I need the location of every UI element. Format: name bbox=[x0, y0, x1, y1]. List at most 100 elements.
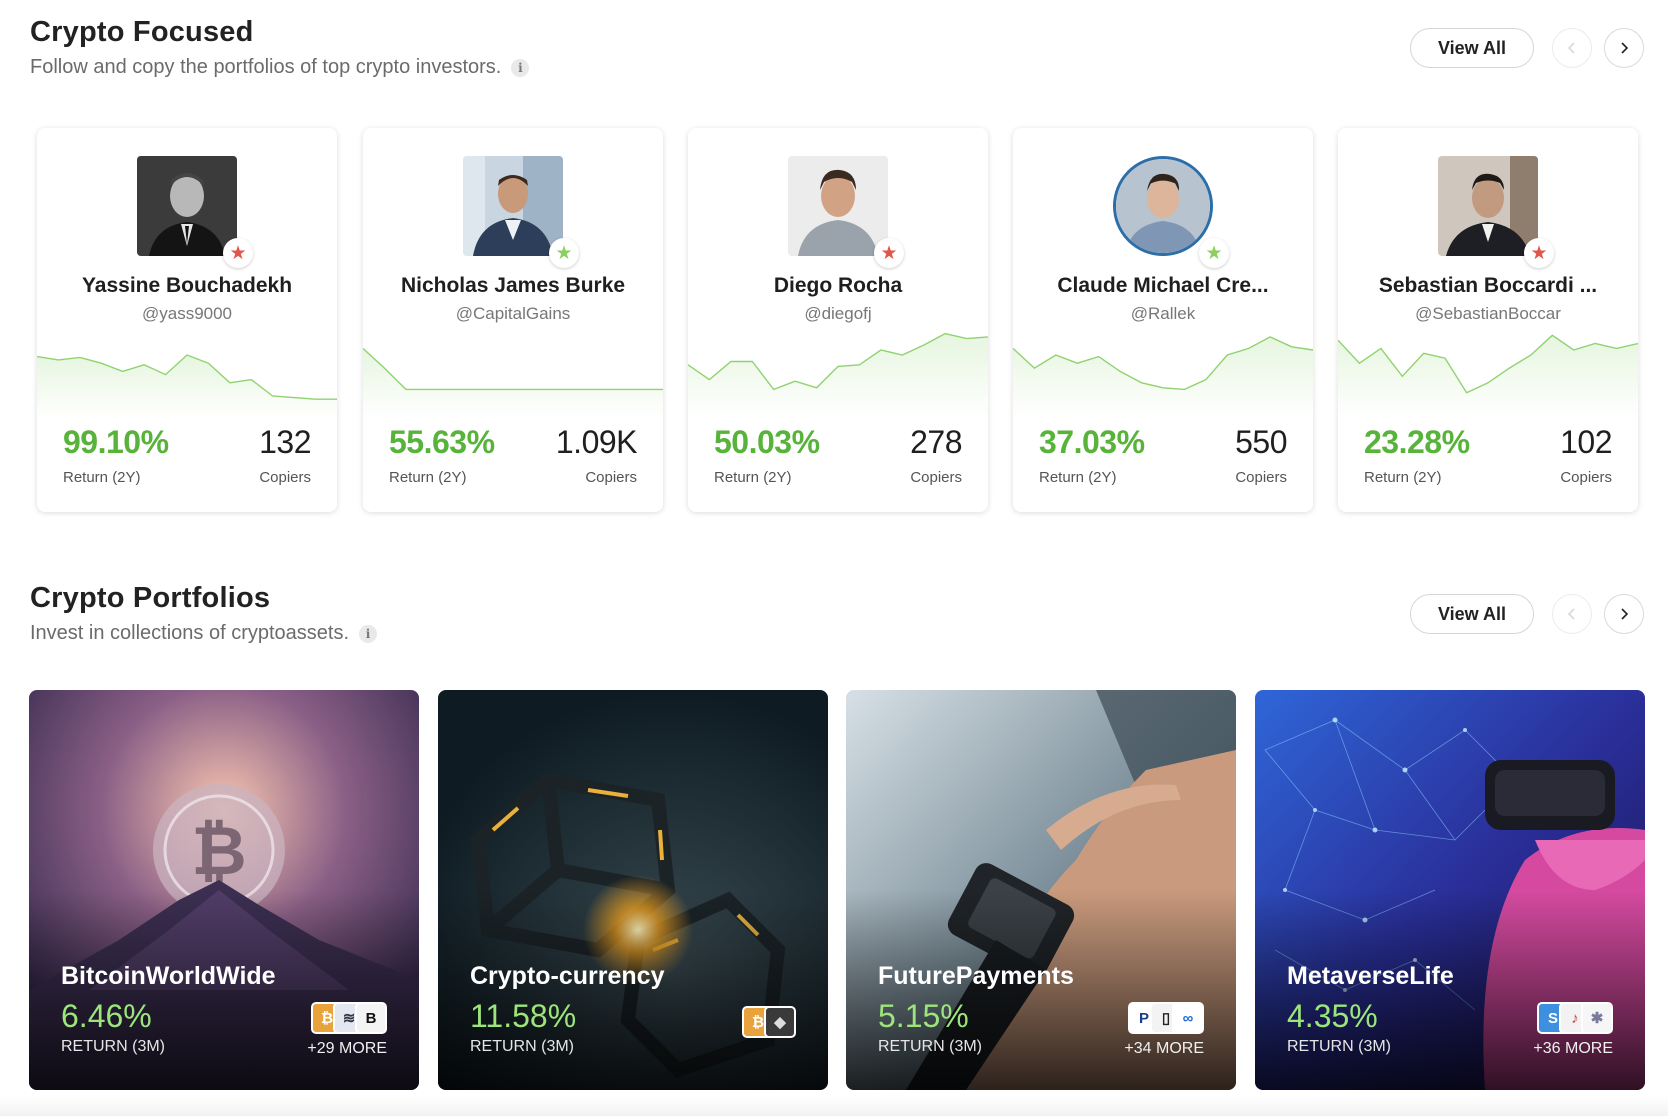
avatar bbox=[1113, 156, 1213, 256]
section-title: Crypto Portfolios bbox=[30, 582, 271, 614]
asset-icon: ♪ bbox=[1559, 1002, 1591, 1034]
card-overlay bbox=[846, 890, 1236, 1090]
card-overlay bbox=[438, 890, 828, 1090]
portfolio-card[interactable]: Crypto-currency 11.58% RETURN (3M) ₿ ◆ bbox=[438, 690, 828, 1090]
svg-text:₿: ₿ bbox=[191, 812, 246, 891]
investor-name[interactable]: Claude Michael Cre... bbox=[1013, 274, 1313, 298]
view-all-button[interactable]: View All bbox=[1410, 28, 1534, 68]
asset-icon: ∞ bbox=[1172, 1002, 1204, 1034]
asset-icons: P ▯ ∞ bbox=[1128, 1002, 1204, 1034]
copiers-label: Copiers bbox=[910, 469, 962, 486]
sparkline-area bbox=[688, 333, 988, 418]
copiers-label: Copiers bbox=[259, 469, 311, 486]
prev-arrow-button[interactable] bbox=[1552, 28, 1592, 68]
asset-icons: ₿ ◆ bbox=[742, 1006, 796, 1038]
investor-name[interactable]: Yassine Bouchadekh bbox=[37, 274, 337, 298]
investor-card[interactable]: ★ Nicholas James Burke @CapitalGains 55.… bbox=[363, 128, 663, 512]
sparkline-chart bbox=[363, 347, 663, 418]
investor-name[interactable]: Sebastian Boccardi ... bbox=[1338, 274, 1638, 298]
paypal-icon: P bbox=[1128, 1002, 1160, 1034]
return-value: 50.03% bbox=[714, 424, 820, 460]
sparkline-area bbox=[1013, 336, 1313, 418]
investor-name[interactable]: Diego Rocha bbox=[688, 274, 988, 298]
portfolio-return: 6.46% bbox=[61, 998, 152, 1034]
portfolio-name: Crypto-currency bbox=[470, 962, 665, 990]
copiers-value: 132 bbox=[259, 424, 311, 460]
return-label: Return (2Y) bbox=[389, 469, 467, 486]
section-title: Crypto Focused bbox=[30, 16, 254, 48]
crypto-focused-section: Crypto Focused Follow and copy the portf… bbox=[0, 0, 1668, 540]
avatar bbox=[137, 156, 237, 256]
info-icon[interactable]: i bbox=[359, 624, 378, 643]
prev-arrow-button[interactable] bbox=[1552, 594, 1592, 634]
next-arrow-button[interactable] bbox=[1604, 28, 1644, 68]
return-label: Return (2Y) bbox=[1364, 469, 1442, 486]
investor-handle: @diegofj bbox=[804, 304, 872, 323]
star-icon: ★ bbox=[874, 238, 904, 268]
portfolio-image bbox=[1255, 690, 1645, 1090]
investor-card[interactable]: ★ Diego Rocha @diegofj 50.03% Return (2Y… bbox=[688, 128, 988, 512]
sparkline-chart bbox=[1013, 336, 1313, 418]
portfolio-return-label: RETURN (3M) bbox=[470, 1038, 574, 1055]
asset-icon: ≋ bbox=[333, 1002, 365, 1034]
section-subtitle: Follow and copy the portfolios of top cr… bbox=[30, 56, 530, 79]
more-assets-count: +34 MORE bbox=[1124, 1040, 1204, 1057]
portfolio-card[interactable]: MetaverseLife 4.35% RETURN (3M) S ♪ ✱ +3… bbox=[1255, 690, 1645, 1090]
sparkline-area bbox=[1338, 335, 1638, 418]
asset-icon: ✱ bbox=[1581, 1002, 1613, 1034]
portfolio-card[interactable]: FuturePayments 5.15% RETURN (3M) P ▯ ∞ +… bbox=[846, 690, 1236, 1090]
copiers-label: Copiers bbox=[585, 469, 637, 486]
asset-icon: S bbox=[1537, 1002, 1569, 1034]
copiers-label: Copiers bbox=[1560, 469, 1612, 486]
portfolio-name: MetaverseLife bbox=[1287, 962, 1454, 990]
investor-card[interactable]: ★ Sebastian Boccardi ... @SebastianBocca… bbox=[1338, 128, 1638, 512]
return-label: Return (2Y) bbox=[63, 469, 141, 486]
copiers-value: 550 bbox=[1235, 424, 1287, 460]
portfolio-return: 11.58% bbox=[470, 998, 577, 1034]
section-subtitle: Invest in collections of cryptoassets. i bbox=[30, 622, 378, 645]
investor-card[interactable]: ★ Claude Michael Cre... @Rallek 37.03% R… bbox=[1013, 128, 1313, 512]
avatar bbox=[463, 156, 563, 256]
bitcoin-icon: ₿ bbox=[742, 1006, 774, 1038]
section-subtitle-text: Follow and copy the portfolios of top cr… bbox=[30, 56, 502, 78]
investor-name[interactable]: Nicholas James Burke bbox=[363, 274, 663, 298]
copiers-value: 278 bbox=[910, 424, 962, 460]
copiers-label: Copiers bbox=[1235, 469, 1287, 486]
portfolio-return: 4.35% bbox=[1287, 998, 1378, 1034]
next-arrow-button[interactable] bbox=[1604, 594, 1644, 634]
copiers-value: 102 bbox=[1560, 424, 1612, 460]
portfolio-image bbox=[846, 690, 1236, 1090]
star-icon: ★ bbox=[1524, 238, 1554, 268]
asset-icon: B bbox=[355, 1002, 387, 1034]
asset-icons: ₿ ≋ B bbox=[311, 1002, 387, 1034]
return-value: 23.28% bbox=[1364, 424, 1470, 460]
portfolio-card[interactable]: ₿ BitcoinWorldWide 6.46% RETURN (3M) ₿ ≋… bbox=[29, 690, 419, 1090]
section-subtitle-text: Invest in collections of cryptoassets. bbox=[30, 622, 350, 644]
copiers-value: 1.09K bbox=[555, 424, 638, 460]
sparkline-chart bbox=[37, 354, 337, 418]
investor-handle: @yass9000 bbox=[141, 304, 233, 323]
sparkline-line bbox=[363, 347, 663, 391]
star-icon: ★ bbox=[223, 238, 253, 268]
return-value: 99.10% bbox=[63, 424, 169, 460]
info-icon[interactable]: i bbox=[511, 58, 530, 77]
avatar bbox=[1438, 156, 1538, 256]
card-overlay bbox=[1255, 890, 1645, 1090]
investor-card[interactable]: ★ Yassine Bouchadekh @yass9000 99.10% Re… bbox=[37, 128, 337, 512]
avatar bbox=[788, 156, 888, 256]
return-value: 55.63% bbox=[389, 424, 495, 460]
star-icon: ★ bbox=[549, 238, 579, 268]
portfolio-return-label: RETURN (3M) bbox=[1287, 1038, 1391, 1055]
page-bottom-fade bbox=[0, 1096, 1668, 1116]
more-assets-count: +29 MORE bbox=[307, 1040, 387, 1057]
more-assets-count: +36 MORE bbox=[1533, 1040, 1613, 1057]
portfolio-name: BitcoinWorldWide bbox=[61, 962, 276, 990]
card-overlay bbox=[29, 890, 419, 1090]
sparkline-area bbox=[37, 355, 337, 418]
view-all-button[interactable]: View All bbox=[1410, 594, 1534, 634]
chevron-right-icon bbox=[1621, 42, 1629, 54]
investor-handle: @SebastianBoccar bbox=[1415, 304, 1561, 323]
ethereum-icon: ◆ bbox=[764, 1006, 796, 1038]
chevron-left-icon bbox=[1567, 608, 1575, 620]
sparkline-chart bbox=[688, 332, 988, 418]
